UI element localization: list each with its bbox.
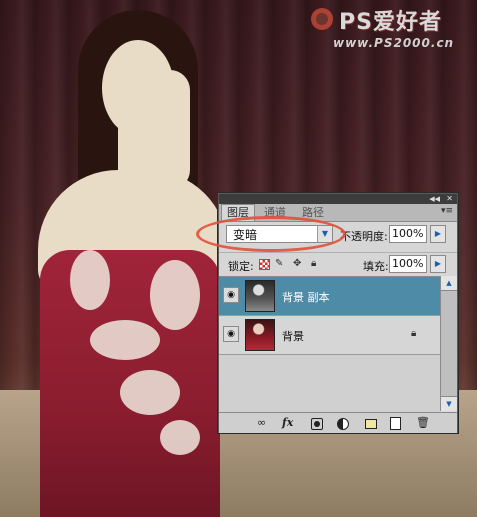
lace-detail bbox=[160, 420, 200, 455]
brush-icon[interactable]: ✎ bbox=[275, 258, 283, 269]
lock-row: 锁定: ✎ ✥ 🔒︎ 填充: 100% ▶ bbox=[219, 252, 457, 275]
lace-detail bbox=[120, 370, 180, 415]
lace-detail bbox=[70, 250, 110, 310]
close-icon[interactable]: ✕ bbox=[446, 194, 453, 204]
opacity-slider-arrow-icon[interactable]: ▶ bbox=[430, 225, 446, 243]
opacity-input[interactable]: 100% bbox=[389, 225, 427, 243]
lace-detail bbox=[150, 260, 200, 330]
layer-name[interactable]: 背景 副本 bbox=[282, 289, 330, 305]
folder-icon[interactable] bbox=[365, 419, 377, 429]
opacity-label: 不透明度: bbox=[340, 230, 388, 243]
lock-transparent-pixels-icon[interactable] bbox=[259, 259, 270, 270]
layer-row-background-copy[interactable]: ◉ 背景 副本 bbox=[219, 277, 440, 316]
layer-thumbnail[interactable] bbox=[245, 319, 275, 351]
panel-bottom-toolbar: ∞ fx 🗑︎ bbox=[219, 412, 457, 433]
ps-logo-icon bbox=[311, 8, 333, 30]
lace-detail bbox=[90, 320, 160, 360]
fill-slider-arrow-icon[interactable]: ▶ bbox=[430, 255, 446, 273]
collapse-icon[interactable]: ◀◀ bbox=[429, 194, 440, 204]
panel-menu-icon[interactable]: ▾≡ bbox=[441, 206, 453, 216]
layer-list-scrollbar[interactable]: ▲ ▼ bbox=[440, 276, 457, 411]
trash-icon[interactable]: 🗑︎ bbox=[416, 416, 430, 429]
layer-name[interactable]: 背景 bbox=[282, 328, 304, 344]
fill-label: 填充: bbox=[363, 260, 389, 273]
watermark: PS爱好者 www.PS2000.cn bbox=[309, 6, 469, 52]
scroll-up-icon[interactable]: ▲ bbox=[441, 276, 457, 291]
move-icon[interactable]: ✥ bbox=[293, 258, 301, 269]
layer-row-background[interactable]: ◉ 背景 🔒︎ bbox=[219, 316, 440, 355]
layer-list: ◉ 背景 副本 ◉ 背景 🔒︎ bbox=[219, 276, 440, 412]
scroll-down-icon[interactable]: ▼ bbox=[441, 396, 457, 411]
lock-icon[interactable]: 🔒︎ bbox=[311, 258, 316, 269]
eye-icon[interactable]: ◉ bbox=[223, 326, 239, 342]
highlight-ellipse bbox=[196, 216, 346, 252]
layer-thumbnail[interactable] bbox=[245, 280, 275, 312]
lock-label: 锁定: bbox=[228, 260, 254, 273]
link-icon[interactable]: ∞ bbox=[257, 416, 266, 429]
eye-icon[interactable]: ◉ bbox=[223, 287, 239, 303]
fill-input[interactable]: 100% bbox=[389, 255, 427, 273]
panel-titlebar[interactable]: ◀◀ ✕ bbox=[219, 194, 457, 204]
layer-lock-icon: 🔒︎ bbox=[411, 328, 417, 339]
watermark-url: www.PS2000.cn bbox=[333, 36, 455, 50]
fx-icon[interactable]: fx bbox=[282, 416, 293, 429]
watermark-title: PS爱好者 bbox=[339, 10, 442, 35]
hand-shape bbox=[150, 70, 190, 190]
new-layer-icon[interactable] bbox=[390, 417, 401, 430]
adjustment-layer-icon[interactable] bbox=[337, 418, 349, 430]
mask-icon[interactable] bbox=[311, 418, 323, 430]
